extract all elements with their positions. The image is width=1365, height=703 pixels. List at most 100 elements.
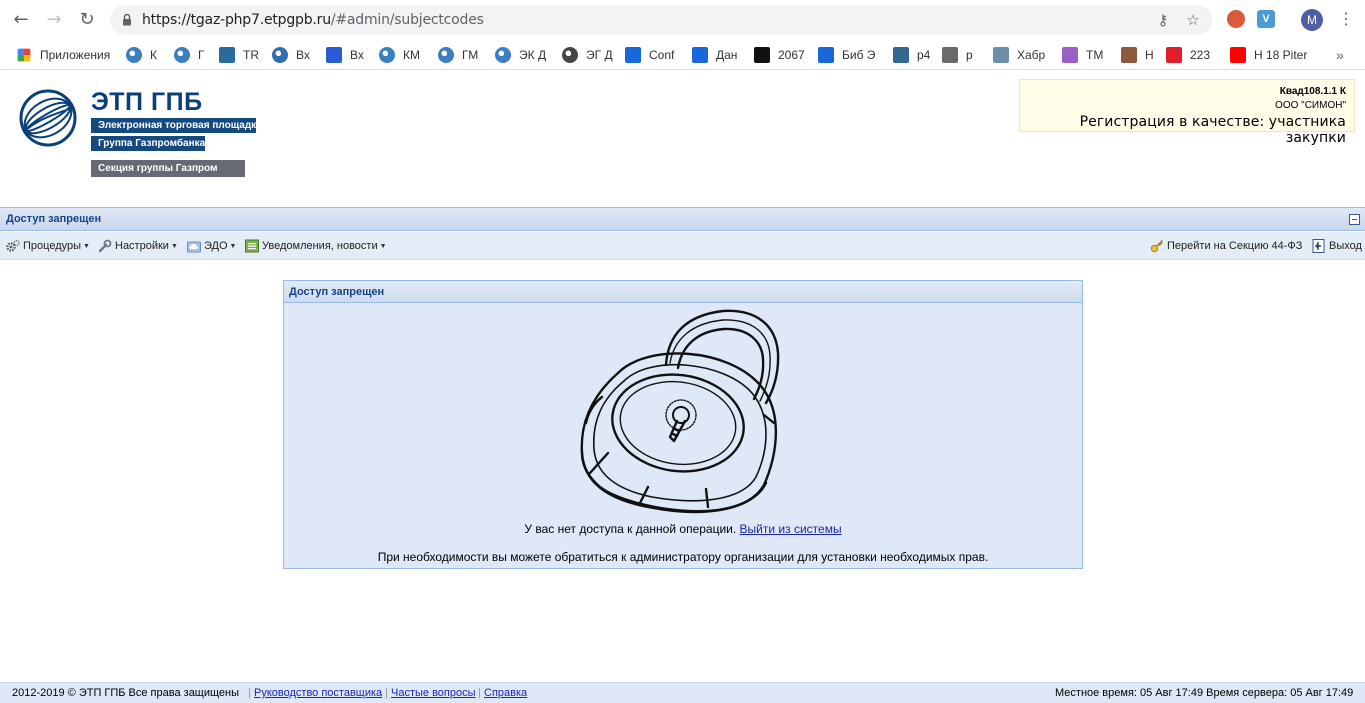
- bookmark-item[interactable]: Вх: [272, 44, 310, 66]
- bookmark-item[interactable]: ГМ: [438, 44, 478, 66]
- bookmarks-overflow-icon[interactable]: »: [1336, 44, 1344, 66]
- star-icon[interactable]: ☆: [1184, 11, 1202, 29]
- bookmark-label: Н: [1145, 48, 1154, 62]
- copyright: 2012-2019 © ЭТП ГПБ Все права защищены: [12, 687, 240, 699]
- bookmark-item[interactable]: Н 18 Piter: [1230, 44, 1307, 66]
- logout-button[interactable]: Выход: [1312, 238, 1362, 254]
- reload-icon[interactable]: ↻: [75, 8, 99, 32]
- menu-settings-label: Настройки: [115, 240, 169, 252]
- menu-settings[interactable]: Настройки ▼: [98, 238, 178, 254]
- browser-toolbar: ← → ↻ https://tgaz-php7.etpgpb.ru/#admin…: [0, 0, 1365, 40]
- user-code: Квад108.1.1 К: [1279, 86, 1346, 97]
- footer-separator: |: [248, 687, 251, 699]
- bookmark-item[interactable]: Приложения: [16, 44, 110, 66]
- bookmark-label: Вх: [296, 48, 310, 62]
- user-role: Регистрация в качестве: участника закупк…: [1079, 114, 1346, 146]
- bookmark-label: p4: [917, 48, 931, 62]
- forward-icon[interactable]: →: [42, 8, 66, 32]
- site-logo[interactable]: ЭТП ГПБ Электронная торговая площадка Гр…: [18, 88, 262, 183]
- world-icon: [562, 47, 578, 63]
- bookmarks-bar: Приложения К Г TR Вх Вх КМ ГМ ЭК Д ЭГ Д Conf Дан 206…: [0, 40, 1365, 70]
- gazprom-icon: [379, 47, 395, 63]
- bookmark-label: Хабр: [1017, 48, 1046, 62]
- extension-v-icon[interactable]: V: [1257, 10, 1275, 28]
- bookmark-label: 2067: [778, 48, 805, 62]
- bookmark-label: ЭГ Д: [586, 48, 613, 62]
- bookmark-item[interactable]: ЭГ Д: [562, 44, 613, 66]
- user-info-box: Квад108.1.1 К ООО "СИМОН" Регистрация в …: [1019, 79, 1355, 146]
- bookmark-item[interactable]: Conf: [625, 44, 674, 66]
- bookmark-item[interactable]: К: [126, 44, 157, 66]
- bookmark-item[interactable]: Вх: [326, 44, 364, 66]
- access-denied-header: Доступ запрещен: [284, 281, 1082, 303]
- logo-group: Группа Газпромбанка: [91, 136, 205, 151]
- url-text[interactable]: https://tgaz-php7.etpgpb.ru/#admin/subje…: [142, 12, 484, 28]
- gears-icon: [6, 239, 20, 252]
- bookmark-item[interactable]: Г: [174, 44, 205, 66]
- bookmark-label: Вх: [350, 48, 364, 62]
- goto-44fz-button[interactable]: Перейти на Секцию 44-ФЗ: [1150, 238, 1302, 254]
- logo-section-badge: Секция группы Газпром: [91, 160, 245, 177]
- footer-link-guide[interactable]: Руководство поставщика: [254, 687, 382, 699]
- globe-icon: [272, 47, 288, 63]
- extension-icon[interactable]: [1227, 10, 1245, 28]
- menu-edo-label: ЭДО: [204, 240, 228, 252]
- menu-icon[interactable]: ⋮: [1338, 8, 1354, 32]
- bookmark-item[interactable]: Хабр: [993, 44, 1045, 66]
- menu-procedures[interactable]: Процедуры ▼: [6, 238, 90, 254]
- bookmark-label: 223: [1190, 48, 1211, 62]
- bookmark-item[interactable]: Н: [1121, 44, 1154, 66]
- panel-header: Доступ запрещен: [0, 207, 1365, 231]
- user-organization: ООО "СИМОН": [1275, 100, 1346, 111]
- dropdown-arrow-icon: ▼: [229, 242, 237, 250]
- access-message-text: У вас нет доступа к данной операции.: [524, 522, 737, 536]
- footer-link-faq[interactable]: Частые вопросы: [391, 687, 476, 699]
- exit-icon: [1312, 239, 1325, 253]
- key-icon[interactable]: ⚷: [1154, 11, 1172, 29]
- bookmark-item[interactable]: p4: [893, 44, 930, 66]
- menu-procedures-label: Процедуры: [23, 240, 82, 252]
- bookmark-label: Биб Э: [842, 48, 876, 62]
- bookmark-item[interactable]: ЭК Д: [495, 44, 546, 66]
- url-host: https://tgaz-php7.etpgpb.ru: [142, 12, 331, 28]
- footer-separator: |: [385, 687, 388, 699]
- footer-link-help[interactable]: Справка: [484, 687, 527, 699]
- bookmark-item[interactable]: p: [942, 44, 973, 66]
- bookmark-item[interactable]: 2067: [754, 44, 805, 66]
- gazprom-icon: [438, 47, 454, 63]
- lock-icon: [123, 13, 131, 26]
- bookmark-label: К: [150, 48, 157, 62]
- gazprom-icon: [495, 47, 511, 63]
- panel-title: Доступ запрещен: [6, 213, 102, 225]
- bookmark-item[interactable]: Дан: [692, 44, 737, 66]
- postgres-icon: [893, 47, 909, 63]
- logout-link[interactable]: Выйти из системы: [740, 522, 842, 536]
- logout-label: Выход: [1329, 240, 1362, 252]
- keys-icon: [1150, 239, 1164, 253]
- menu-edo[interactable]: ЭДО ▼: [187, 238, 236, 254]
- goto-44fz-label: Перейти на Секцию 44-ФЗ: [1167, 240, 1303, 252]
- collapse-icon[interactable]: [1349, 214, 1360, 225]
- admin-hint: При необходимости вы можете обратиться к…: [377, 550, 989, 564]
- bookmark-item[interactable]: ТМ: [1062, 44, 1103, 66]
- menu-notifications[interactable]: Уведомления, новости ▼: [245, 238, 387, 254]
- logo-subtitle: Электронная торговая площадка: [91, 118, 262, 133]
- address-bar[interactable]: https://tgaz-php7.etpgpb.ru/#admin/subje…: [110, 5, 1212, 35]
- profile-avatar[interactable]: M: [1301, 9, 1323, 31]
- padlock-illustration-icon: [580, 309, 780, 514]
- footer-separator: |: [478, 687, 481, 699]
- url-path: /#admin/subjectcodes: [330, 12, 484, 28]
- bookmark-item[interactable]: КМ: [379, 44, 420, 66]
- bookmark-label: ГМ: [462, 48, 479, 62]
- dropdown-arrow-icon: ▼: [379, 242, 387, 250]
- access-denied-title: Доступ запрещен: [289, 286, 385, 298]
- logo-title: ЭТП ГПБ: [91, 88, 203, 116]
- wrench-icon: [98, 239, 112, 253]
- bookmark-item[interactable]: 223: [1166, 44, 1210, 66]
- bookmark-item[interactable]: TR: [219, 44, 259, 66]
- back-icon[interactable]: ←: [9, 8, 33, 32]
- bookmark-item[interactable]: Биб Э: [818, 44, 875, 66]
- cloud-icon: [187, 241, 201, 253]
- news-icon: [245, 239, 259, 253]
- dropdown-arrow-icon: ▼: [83, 242, 90, 250]
